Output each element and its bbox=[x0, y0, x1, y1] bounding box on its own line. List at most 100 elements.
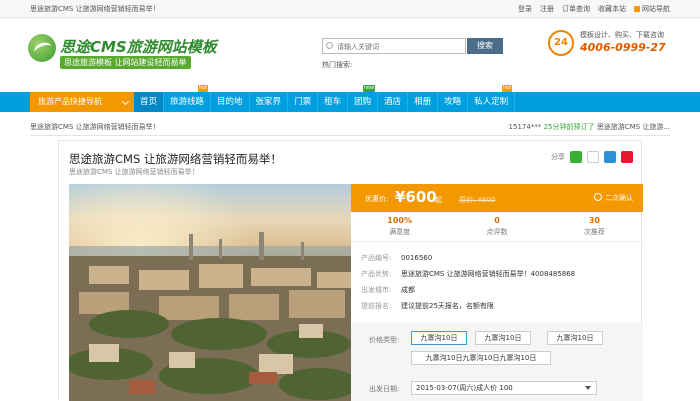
breadcrumb[interactable]: 思途旅游CMS 让旅游网络营销轻而易举！ bbox=[30, 122, 160, 132]
booking-time: 25分钟前预订了 bbox=[543, 123, 595, 131]
booking-user: 15174*** bbox=[508, 123, 542, 131]
original-price: 原价: ¥800 bbox=[459, 196, 496, 204]
info-row-advance: 提前报名: 建议提前25天报名，名额有限 bbox=[361, 301, 575, 317]
hotline-phone: 4006-0999-27 bbox=[580, 41, 666, 54]
info-row-id: 产品编号: 0016560 bbox=[361, 253, 575, 269]
welcome-text: 思途旅游CMS 让旅游网络营销轻而易举！ bbox=[30, 5, 160, 13]
stats-row: 100% 满意度 0 点评数 30 次推荐 bbox=[351, 212, 643, 242]
nav-item-tickets[interactable]: 门票 bbox=[288, 92, 319, 112]
info-key: 提前报名: bbox=[361, 302, 392, 310]
product-title: 思途旅游CMS 让旅游网络营销轻而易举！ bbox=[69, 152, 282, 166]
login-link[interactable]: 登录 bbox=[518, 4, 532, 14]
search-input[interactable] bbox=[322, 38, 466, 54]
clock-24-icon: 24 bbox=[548, 30, 574, 56]
price-bar: 优惠价: ¥600 起 原价: ¥800 二次确认 bbox=[351, 184, 643, 212]
bookmark-link[interactable]: 收藏本站 bbox=[598, 4, 626, 14]
info-value: 成都 bbox=[401, 286, 415, 294]
nav-item-custom-tour[interactable]: 私人定制 hot bbox=[468, 85, 516, 112]
logo[interactable]: 思途CMS旅游网站模板 思途旅游模板 让网站建设轻而易举 bbox=[28, 32, 217, 84]
nav-tag-new: new bbox=[362, 85, 376, 92]
nav-item-label: 相册 bbox=[414, 97, 432, 107]
clock-icon bbox=[594, 193, 602, 201]
logo-name: 思途CMS旅游网站模板 bbox=[60, 38, 217, 56]
site-nav-icon bbox=[634, 6, 640, 12]
divider bbox=[30, 135, 670, 136]
quick-nav-dropdown[interactable]: 旅游产品快捷导航 bbox=[30, 92, 134, 112]
nav-item-label: 私人定制 bbox=[474, 97, 509, 107]
hotline-desc: 模板设计、购买、下载咨询 bbox=[580, 31, 664, 39]
price-type-option[interactable]: 九寨沟10日 bbox=[475, 331, 531, 345]
nav-item-car-rental[interactable]: 租车 bbox=[318, 92, 349, 112]
nav-item-label: 目的地 bbox=[217, 97, 243, 107]
nav-tag-hot: hot bbox=[501, 85, 513, 92]
hotline: 24 模板设计、购买、下载咨询 4006-0999-27 bbox=[548, 28, 678, 68]
info-key: 产品编号: bbox=[361, 254, 392, 262]
search-button[interactable]: 搜索 bbox=[467, 38, 503, 54]
wechat-icon[interactable] bbox=[570, 151, 582, 163]
nav-item-label: 门票 bbox=[294, 97, 312, 107]
product-subtitle: 思途旅游CMS 让旅游网络营销轻而易举！ bbox=[69, 168, 199, 176]
order-query-link[interactable]: 订单查询 bbox=[562, 4, 590, 14]
qzone-icon[interactable] bbox=[587, 151, 599, 163]
product-info: 产品编号: 0016560 产品优势: 思途旅游CMS 让旅游网络营销轻而易举！40… bbox=[361, 253, 575, 317]
stat-label: 满意度 bbox=[389, 228, 411, 236]
booking-title[interactable]: 思途旅游CMS 让旅游... bbox=[597, 123, 670, 131]
city-aerial-image bbox=[69, 184, 351, 401]
price-type-option[interactable]: 九寨沟10日九寨沟10日九寨沟10日 bbox=[411, 351, 551, 365]
chevron-down-icon bbox=[121, 97, 130, 106]
booking-options: 价格类型: 九寨沟10日 九寨沟10日 九寨沟10日 九寨沟10日九寨沟10日九… bbox=[351, 323, 643, 401]
tencent-weibo-icon[interactable] bbox=[604, 151, 616, 163]
date-value: 2015-03-07(周六)成人价 100 bbox=[416, 384, 513, 392]
nav-item-label: 首页 bbox=[140, 97, 158, 107]
nav-item-label: 旅游线路 bbox=[170, 97, 205, 107]
confirm-text: 二次确认 bbox=[605, 194, 633, 202]
stat-reviews[interactable]: 0 点评数 bbox=[448, 212, 545, 241]
share-label: 分享 bbox=[551, 153, 565, 161]
stat-recommend: 30 次推荐 bbox=[546, 212, 643, 241]
stat-value: 30 bbox=[588, 216, 600, 225]
main-nav: 旅游产品快捷导航 首页 旅游线路 hot 目的地 张家界 门票 租车 团购 new … bbox=[0, 85, 700, 112]
search-icon bbox=[326, 42, 333, 49]
stat-value: 0 bbox=[494, 216, 500, 225]
site-nav-label: 网站导航 bbox=[642, 5, 670, 13]
nav-item-zhangjiajie[interactable]: 张家界 bbox=[250, 92, 289, 112]
nav-item-albums[interactable]: 相册 bbox=[408, 92, 439, 112]
stat-satisfaction: 100% 满意度 bbox=[351, 212, 448, 241]
price-type-option[interactable]: 九寨沟10日 bbox=[411, 331, 467, 345]
product-photo[interactable] bbox=[69, 184, 351, 401]
price-label: 优惠价: bbox=[365, 195, 389, 203]
price-from: 起 bbox=[435, 196, 442, 204]
nav-item-destinations[interactable]: 目的地 bbox=[211, 92, 250, 112]
price-type-label: 价格类型: bbox=[369, 336, 400, 344]
register-link[interactable]: 注册 bbox=[540, 4, 554, 14]
nav-items: 首页 旅游线路 hot 目的地 张家界 门票 租车 团购 new 酒店 相册 攻略 … bbox=[134, 85, 516, 112]
nav-item-label: 张家界 bbox=[255, 97, 282, 107]
logo-leaf-icon bbox=[28, 34, 56, 62]
nav-item-hotels[interactable]: 酒店 bbox=[378, 92, 409, 112]
site-nav-link[interactable]: 网站导航 bbox=[634, 4, 670, 14]
info-value: 思途旅游CMS 让旅游网络营销轻而易举！4008485868 bbox=[401, 270, 576, 278]
nav-item-home[interactable]: 首页 bbox=[134, 92, 165, 112]
date-label: 出发日期: bbox=[369, 385, 400, 393]
nav-item-guides[interactable]: 攻略 bbox=[438, 92, 469, 112]
nav-item-label: 团购 bbox=[354, 97, 372, 107]
quick-nav-label: 旅游产品快捷导航 bbox=[38, 97, 102, 106]
info-value: 0016560 bbox=[401, 254, 433, 262]
sina-weibo-icon[interactable] bbox=[621, 151, 633, 163]
nav-item-group-buy[interactable]: 团购 new bbox=[348, 85, 379, 112]
hot-search-label: 热门搜索: bbox=[322, 61, 353, 69]
nav-item-routes[interactable]: 旅游线路 hot bbox=[164, 85, 212, 112]
top-bar: 思途旅游CMS 让旅游网络营销轻而易举！ 登录 注册 订单查询 收藏本站 网站导… bbox=[0, 0, 700, 18]
info-row-departure: 出发城市: 成都 bbox=[361, 285, 575, 301]
info-row-advantage: 产品优势: 思途旅游CMS 让旅游网络营销轻而易举！4008485868 bbox=[361, 269, 575, 285]
nav-item-label: 攻略 bbox=[444, 97, 462, 107]
info-value: 建议提前25天报名，名额有限 bbox=[401, 302, 494, 310]
product-panel: 思途旅游CMS 让旅游网络营销轻而易举！ 思途旅游CMS 让旅游网络营销轻而易举… bbox=[58, 140, 643, 401]
top-links: 登录 注册 订单查询 收藏本站 网站导航 bbox=[518, 4, 670, 14]
stat-value: 100% bbox=[387, 216, 413, 225]
departure-date-select[interactable]: 2015-03-07(周六)成人价 100 bbox=[411, 381, 597, 395]
price-type-option[interactable]: 九寨沟10日 bbox=[547, 331, 603, 345]
caret-down-icon bbox=[585, 386, 591, 390]
share-bar: 分享 bbox=[551, 151, 633, 163]
info-key: 出发城市: bbox=[361, 286, 392, 294]
